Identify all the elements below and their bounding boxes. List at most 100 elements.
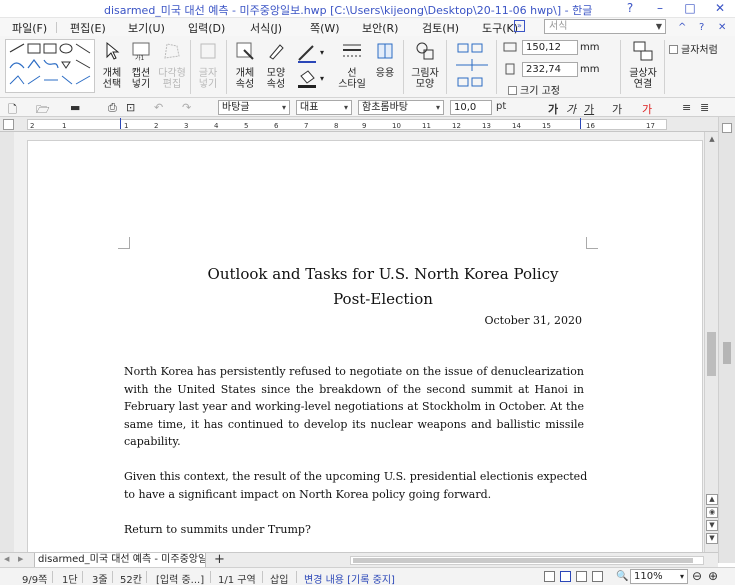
align-justify-icon[interactable]: ≡ [682, 101, 691, 114]
svg-text:가1: 가1 [135, 54, 145, 62]
help-icon[interactable]: ? [699, 22, 704, 33]
width-input[interactable]: 150,12 [522, 40, 578, 55]
zoom-out-icon[interactable]: ⊖ [692, 569, 702, 583]
hscroll-thumb[interactable] [353, 558, 693, 563]
picture-shape-button[interactable]: 그림자 모양 [409, 38, 441, 90]
side-panel [718, 117, 735, 563]
view-page-icon[interactable] [560, 571, 571, 582]
tab-prev-icon[interactable]: ◀ [4, 555, 9, 563]
checkbox-icon [508, 86, 517, 95]
right-indent-marker[interactable] [580, 118, 581, 129]
crop-mark [118, 237, 130, 249]
scroll-thumb[interactable] [707, 332, 716, 376]
status-insert[interactable]: 삽입 [270, 571, 288, 585]
shapes-icon [9, 43, 91, 85]
maximize-button[interactable]: □ [675, 0, 705, 18]
fill-color-icon[interactable] [296, 68, 318, 90]
font-name-dropdown[interactable]: 함초롬바탕 ▾ [358, 100, 444, 115]
close-doc-icon[interactable]: ✕ [718, 22, 726, 33]
preview-icon[interactable]: ⊡ [126, 101, 135, 114]
keep-size-checkbox[interactable]: 크기 고정 [508, 82, 560, 97]
page-nav-icon[interactable]: ◉ [706, 507, 718, 518]
view-normal-icon[interactable] [544, 571, 555, 582]
line-style-button[interactable]: 선 스타일 [336, 38, 368, 90]
print-icon[interactable]: ⎙ [108, 101, 117, 115]
document-page[interactable]: Outlook and Tasks for U.S. North Korea P… [27, 140, 703, 560]
status-track-changes[interactable]: 변경 내용 [기록 중지] [304, 571, 395, 585]
shape-gallery[interactable] [5, 39, 95, 93]
caption-button[interactable]: 가1 캡션 넣기 [127, 38, 155, 90]
zoom-magnifier-icon[interactable]: 🔍 [616, 571, 628, 582]
panel-toggle-icon[interactable] [722, 123, 732, 133]
menu-review[interactable]: 검토(H) [422, 20, 459, 36]
menu-page[interactable]: 쪽(W) [310, 20, 340, 36]
horizontal-scrollbar[interactable] [350, 556, 704, 565]
minimize-button[interactable]: – [645, 0, 675, 18]
object-select-button[interactable]: 개체 선택 [98, 38, 126, 90]
shape-properties-button[interactable]: 모양 속성 [262, 38, 290, 90]
bold-button[interactable]: 가 [548, 101, 558, 117]
menu-view[interactable]: 보기(U) [128, 20, 165, 36]
ribbon-toggle-icon[interactable]: » [514, 20, 525, 32]
left-indent-marker[interactable] [120, 118, 121, 129]
help-button[interactable]: ? [615, 0, 645, 18]
save-icon[interactable]: ▬ [70, 101, 80, 114]
italic-button[interactable]: 가 [566, 101, 576, 117]
align-icon[interactable] [454, 42, 490, 88]
object-properties-button[interactable]: 개체 속성 [231, 38, 259, 90]
panel-expand-handle[interactable] [723, 342, 731, 364]
menu-file[interactable]: 파일(F) [12, 20, 47, 36]
font-size-input[interactable]: 10,0 [450, 100, 492, 115]
pointer-icon [106, 41, 120, 60]
menu-tools[interactable]: 도구(K) [482, 20, 518, 36]
strike-button[interactable]: 가 [612, 101, 622, 117]
add-tab-button[interactable]: + [214, 553, 225, 567]
style-selector[interactable]: 서식 ▼ [544, 19, 666, 34]
text-box-icon [200, 43, 216, 59]
apply-button[interactable]: 응용 [372, 38, 398, 79]
menu-insert[interactable]: 입력(D) [188, 20, 225, 36]
last-page-icon[interactable]: ▼ [706, 533, 718, 544]
style-dropdown[interactable]: 바탕글 ▾ [218, 100, 290, 115]
textbox-link-button[interactable]: 글상자 연결 [624, 38, 662, 90]
font-type-dropdown[interactable]: 대표 ▾ [296, 100, 352, 115]
width-unit: mm [580, 42, 600, 53]
zoom-in-icon[interactable]: ⊕ [708, 569, 718, 583]
tab-active-document[interactable]: disarmed_미국 대선 예측 - 미주중앙일보 [34, 553, 206, 568]
menu-edit[interactable]: 편집(E) [70, 20, 106, 36]
next-page-icon[interactable]: ▼ [706, 520, 718, 531]
underline-button[interactable]: 가 [584, 101, 594, 117]
line-color-dropdown-icon[interactable]: ▾ [320, 48, 324, 57]
insert-text-button[interactable]: 글자 넣기 [194, 38, 222, 90]
ruler-corner-icon[interactable] [3, 119, 14, 130]
pen-icon [269, 44, 284, 60]
height-input[interactable]: 232,74 [522, 62, 578, 77]
polygon-edit-button[interactable]: 다각형 편집 [157, 38, 187, 90]
apply-icon [377, 43, 393, 59]
close-button[interactable]: ✕ [705, 0, 735, 18]
vertical-scrollbar[interactable]: ▲ ▲ ◉ ▼ ▼ [704, 132, 718, 552]
menu-format[interactable]: 서식(J) [250, 20, 282, 36]
line-color-icon[interactable] [296, 42, 318, 64]
fill-color-dropdown-icon[interactable]: ▾ [320, 74, 324, 83]
treat-as-char-checkbox[interactable]: 글자처럼 [669, 41, 718, 56]
ribbon-collapse-icon[interactable]: ^ [678, 22, 686, 33]
height-icon [505, 63, 515, 75]
paragraph-1: North Korea has persistently refused to … [124, 365, 584, 448]
line-style-icon [343, 44, 361, 57]
chevron-down-icon: ▾ [281, 103, 286, 112]
view-multi-page-icon[interactable] [592, 571, 603, 582]
tab-next-icon[interactable]: ▶ [18, 555, 23, 563]
horizontal-ruler[interactable]: 2 1 1 2 3 4 5 6 7 8 9 10 11 12 13 14 15 … [0, 117, 735, 132]
picture-shape-icon [416, 42, 434, 60]
zoom-dropdown[interactable]: 110% ▾ [630, 569, 688, 584]
menu-security[interactable]: 보안(R) [362, 20, 398, 36]
view-two-page-icon[interactable] [576, 571, 587, 582]
font-color-button[interactable]: 가 [642, 101, 652, 117]
redo-icon[interactable]: ↷ [182, 101, 191, 114]
prev-page-icon[interactable]: ▲ [706, 494, 718, 505]
scroll-up-icon[interactable]: ▲ [707, 134, 717, 144]
align-left-icon[interactable]: ≣ [700, 101, 709, 114]
undo-icon[interactable]: ↶ [154, 101, 163, 114]
status-input-mode[interactable]: [입력 중...] [156, 571, 204, 585]
